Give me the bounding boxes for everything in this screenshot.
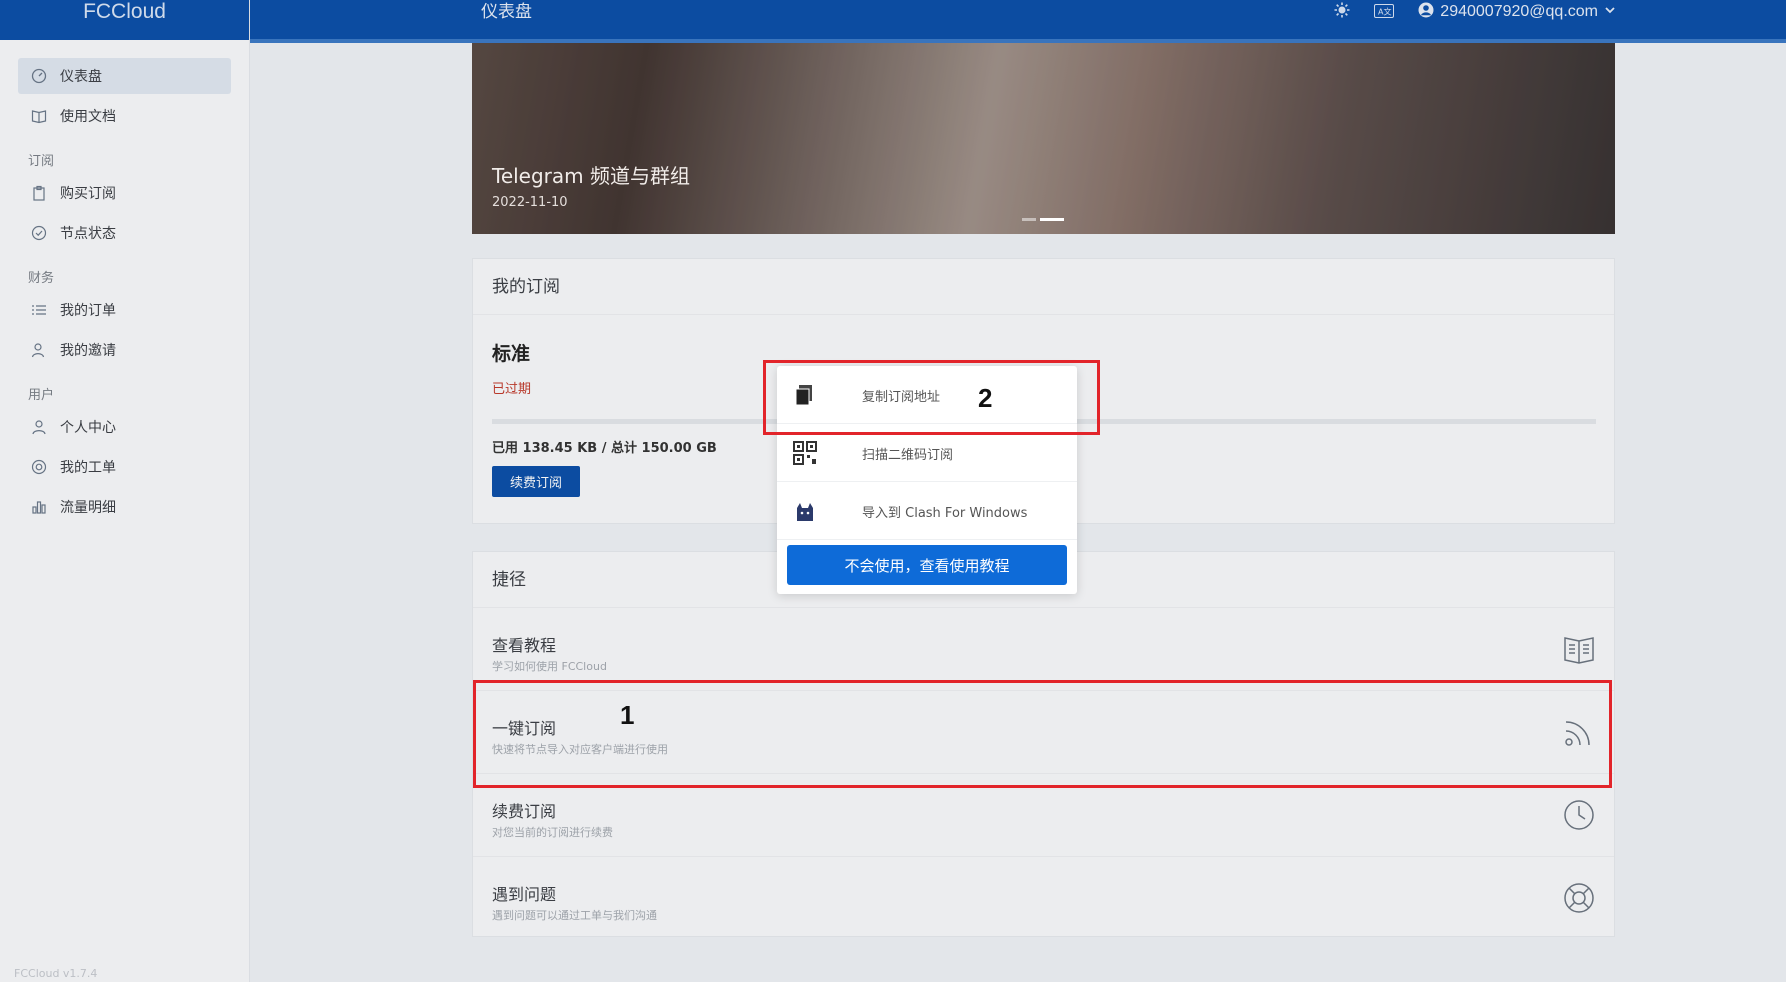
qrcode-icon [793,441,817,465]
annotation-box-2 [763,360,1100,435]
carousel-dots [1022,218,1064,221]
popup-item-label: 导入到 Clash For Windows [862,506,1028,521]
popup-item-label: 扫描二维码订阅 [862,448,954,463]
banner-title: Telegram 频道与群组 [492,164,690,188]
cat-icon [793,499,817,523]
annotation-label-1: 1 [620,700,635,730]
annotation-label-2: 2 [978,383,993,413]
popup-import-clash[interactable]: 导入到 Clash For Windows [777,482,1077,540]
view-tutorial-button[interactable]: 不会使用，查看使用教程 [787,545,1067,585]
banner-date: 2022-11-10 [492,195,568,210]
annotation-box-1 [473,680,1612,788]
carousel-dot[interactable] [1022,218,1036,221]
carousel-dot-active[interactable] [1040,218,1064,221]
